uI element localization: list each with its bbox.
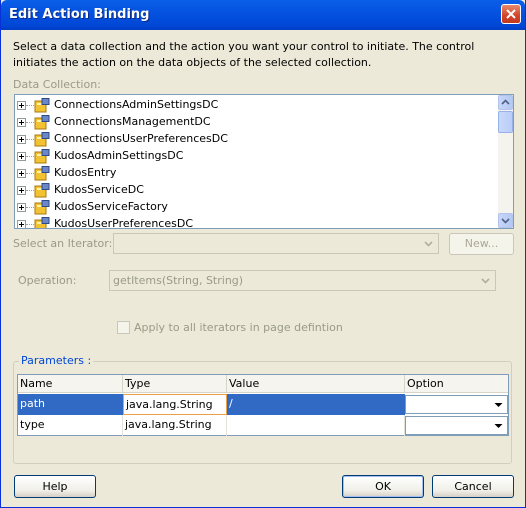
expand-icon[interactable] [17,152,26,161]
param-option-select[interactable] [405,416,508,435]
expand-icon[interactable] [17,203,26,212]
operation-label: Operation: [18,274,77,287]
data-collection-label: Data Collection: [13,78,101,91]
expand-icon[interactable] [17,169,26,178]
tree-connector [26,156,34,157]
operation-value: getItems(String, String) [113,274,244,287]
data-control-icon [34,183,50,198]
param-option-select[interactable] [405,395,508,414]
data-control-icon [34,98,50,113]
data-control-icon [34,166,50,181]
data-collection-tree[interactable]: ConnectionsAdminSettingsDC ConnectionsMan… [14,94,514,229]
tree-connector [26,105,34,106]
expand-icon[interactable] [17,186,26,195]
column-header-type[interactable]: Type [123,375,227,393]
scroll-down-button[interactable] [498,213,513,228]
close-button[interactable] [501,4,521,24]
tree-item[interactable]: KudosAdminSettingsDC [15,148,495,165]
tree-connector [26,139,34,140]
dropdown-arrow-icon [494,403,503,407]
expand-icon[interactable] [17,101,26,110]
ok-button[interactable]: OK [342,475,424,498]
expand-icon[interactable] [17,135,26,144]
chevron-down-icon [424,241,433,247]
data-control-icon [34,149,50,164]
edit-action-binding-dialog: Edit Action Binding Select a data collec… [0,0,526,508]
tree-connector [26,190,34,191]
close-icon [506,9,516,19]
tree-item-label: KudosEntry [54,166,117,179]
help-button[interactable]: Help [14,475,96,498]
cancel-button[interactable]: Cancel [432,475,514,498]
tree-item[interactable]: ConnectionsManagementDC [15,114,495,131]
param-type-cell[interactable]: java.lang.String [123,415,227,436]
tree-item-label: KudosAdminSettingsDC [54,149,184,162]
expand-icon[interactable] [17,220,26,228]
parameters-title: Parameters : [19,354,94,367]
tree-scrollbar[interactable] [498,95,513,228]
tree-connector [26,207,34,208]
tree-item-label: ConnectionsManagementDC [54,115,211,128]
tree-item-label: KudosServiceFactory [54,200,168,213]
param-type-cell[interactable]: java.lang.String [123,394,227,415]
scroll-thumb[interactable] [498,111,513,133]
iterator-select[interactable] [113,233,439,254]
dialog-description: Select a data collection and the action … [13,40,475,69]
operation-select[interactable]: getItems(String, String) [109,270,496,291]
arrow-down-icon [501,218,510,224]
iterator-label: Select an Iterator: [13,237,113,250]
tree-item[interactable]: KudosServiceFactory [15,199,495,216]
expand-icon[interactable] [17,118,26,127]
tree-item-label: KudosUserPreferencesDC [54,217,193,229]
column-header-value[interactable]: Value [227,375,405,393]
apply-all-checkbox[interactable] [117,321,130,334]
data-control-icon [34,217,50,228]
dialog-title: Edit Action Binding [9,7,150,22]
param-value-cell[interactable]: / [227,394,405,415]
scroll-up-button[interactable] [498,95,513,110]
tree-item-label: KudosServiceDC [54,183,144,196]
new-iterator-button[interactable]: New... [449,233,514,255]
tree-item[interactable]: ConnectionsAdminSettingsDC [15,97,495,114]
chevron-down-icon [481,278,490,284]
tree-item[interactable]: KudosUserPreferencesDC [15,216,495,229]
arrow-up-icon [501,99,510,105]
tree-connector [26,122,34,123]
tree-item[interactable]: ConnectionsUserPreferencesDC [15,131,495,148]
tree-connector [26,173,34,174]
param-value-cell[interactable] [227,415,405,436]
data-control-icon [34,200,50,215]
data-control-icon [34,115,50,130]
data-control-icon [34,132,50,147]
param-name-cell[interactable]: type [18,415,123,436]
apply-all-label: Apply to all iterators in page defintion [134,321,343,334]
param-name-cell[interactable]: path [18,394,123,415]
tree-item-label: ConnectionsUserPreferencesDC [54,132,228,145]
tree-item-label: ConnectionsAdminSettingsDC [54,98,219,111]
tree-item[interactable]: KudosServiceDC [15,182,495,199]
dropdown-arrow-icon [494,424,503,428]
title-bar[interactable]: Edit Action Binding [1,0,525,30]
column-header-name[interactable]: Name [18,375,123,393]
tree-item[interactable]: KudosEntry [15,165,495,182]
column-header-option[interactable]: Option [405,375,508,393]
parameters-table: Name Type Value Option path java.lang.St… [17,374,509,436]
tree-connector [26,224,34,225]
